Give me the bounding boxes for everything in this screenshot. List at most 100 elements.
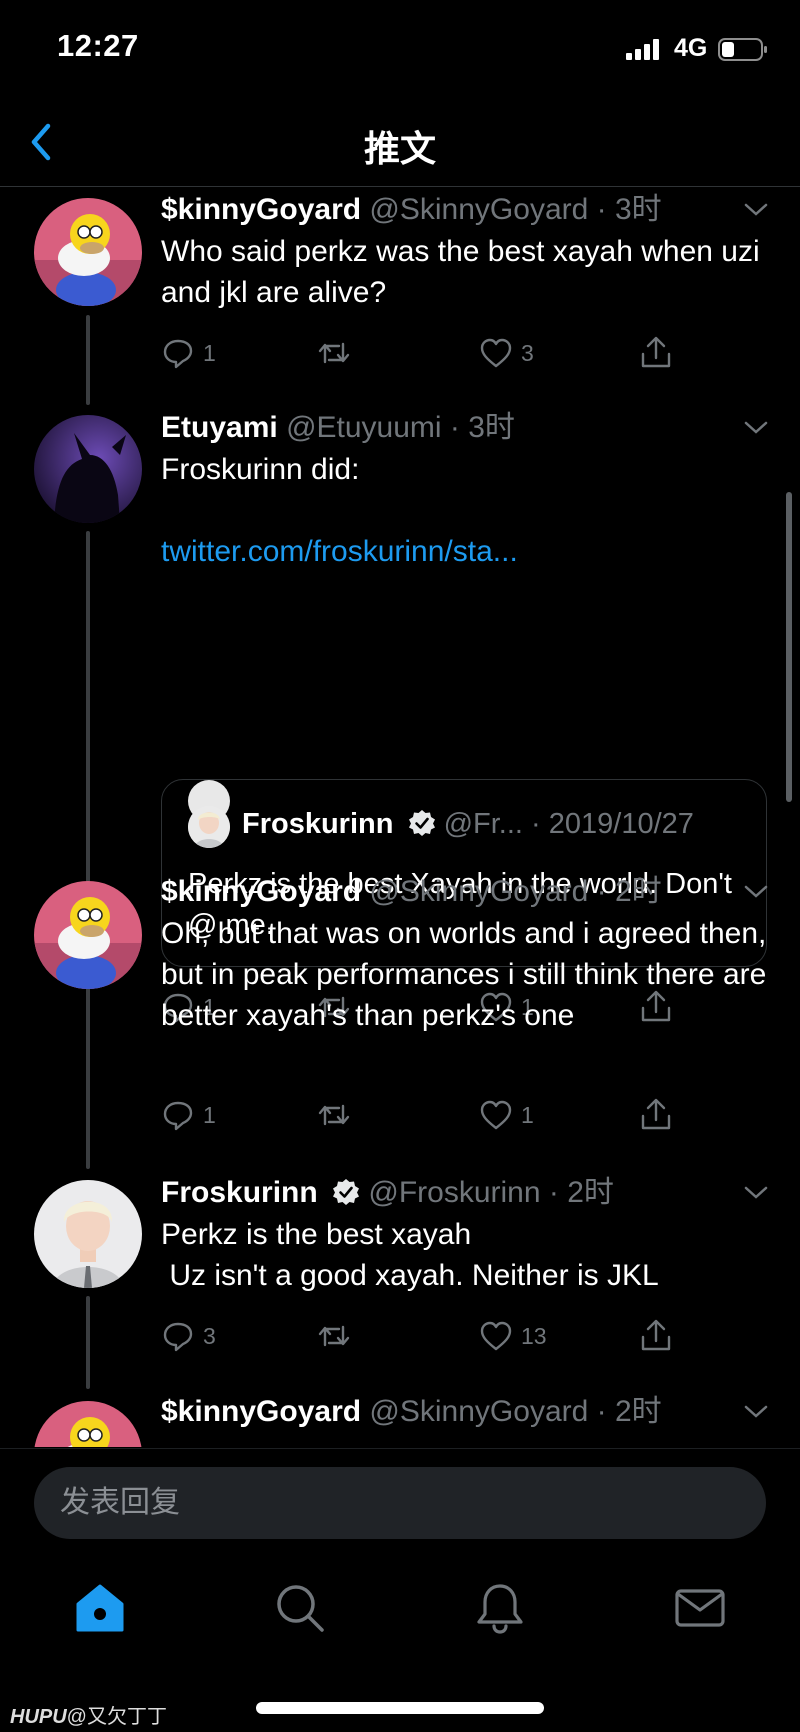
like-count: 1 xyxy=(521,1101,534,1128)
separator-dot: · xyxy=(522,808,549,840)
battery-icon xyxy=(718,38,767,61)
tweet-header: Etuyami @Etuyuumi · 3时 xyxy=(161,410,515,446)
separator-dot: · xyxy=(588,875,615,908)
watermark-user: @又欠丁丁 xyxy=(66,1706,167,1728)
quote-display-name: Froskurinn xyxy=(242,808,394,840)
share-button[interactable] xyxy=(639,333,673,373)
retweet-icon xyxy=(318,342,350,364)
like-button[interactable]: 3 xyxy=(479,333,534,373)
tweet-time: 2时 xyxy=(567,1176,614,1209)
tweet-header: $kinnyGoyard @SkinnyGoyard · 2时 xyxy=(161,874,662,910)
chevron-down-icon[interactable] xyxy=(742,1184,770,1202)
like-icon xyxy=(480,1100,512,1130)
tweet-text: Who said perkz was the best xayah when u… xyxy=(161,235,760,309)
tweet-time: 3时 xyxy=(468,411,515,444)
share-button[interactable] xyxy=(639,1095,673,1135)
tweet-time: 3时 xyxy=(614,193,662,226)
retweet-icon xyxy=(318,1325,350,1347)
home-icon[interactable] xyxy=(72,1580,128,1636)
watermark: HUPU@又欠丁丁 xyxy=(10,1700,167,1729)
reply-input[interactable] xyxy=(34,1467,766,1539)
tweet-item[interactable]: $kinnyGoyard @SkinnyGoyard · 2时 Oh, but … xyxy=(0,869,800,1169)
share-icon xyxy=(641,1098,671,1130)
display-name[interactable]: $kinnyGoyard xyxy=(161,193,361,226)
tweet-item[interactable]: Froskurinn @Froskurinn · 2时 Perkz is the… xyxy=(0,1170,800,1389)
display-name[interactable]: Froskurinn xyxy=(161,1176,318,1209)
separator-dot: · xyxy=(441,411,469,444)
retweet-button[interactable] xyxy=(317,1316,351,1356)
retweet-button[interactable] xyxy=(317,1095,351,1135)
user-handle[interactable]: @SkinnyGoyard xyxy=(369,1395,588,1428)
reply-button[interactable]: 1 xyxy=(161,1095,216,1135)
tweet-actions: 1 1 xyxy=(161,1095,681,1135)
avatar-froskurinn-quote xyxy=(188,806,230,848)
retweet-button[interactable] xyxy=(317,333,351,373)
status-bar: 12:27 4G xyxy=(0,0,800,100)
like-count: 13 xyxy=(521,1322,547,1349)
separator-dot: · xyxy=(588,1395,615,1428)
share-button[interactable] xyxy=(639,1316,673,1356)
like-icon xyxy=(480,338,512,368)
tweet-header: $kinnyGoyard @SkinnyGoyard · 3时 xyxy=(161,192,662,228)
user-handle[interactable]: @Etuyuumi xyxy=(286,411,442,444)
tab-bar xyxy=(0,1560,800,1660)
tweet-link[interactable]: twitter.com/froskurinn/sta... xyxy=(161,531,771,572)
chevron-down-icon[interactable] xyxy=(742,883,770,901)
reply-icon xyxy=(163,1101,193,1131)
reply-icon xyxy=(163,339,193,369)
tweet-time: 2时 xyxy=(614,875,662,908)
like-button[interactable]: 1 xyxy=(479,1095,534,1135)
quote-header: Froskurinn @Fr... · 2019/10/27 xyxy=(242,808,694,841)
retweet-icon xyxy=(318,1104,350,1126)
tweet-item[interactable]: $kinnyGoyard @SkinnyGoyard · 3时 Who said… xyxy=(0,187,800,405)
reply-composer xyxy=(0,1448,800,1569)
display-name[interactable]: Etuyami xyxy=(161,411,278,444)
chevron-down-icon[interactable] xyxy=(742,201,770,219)
quote-handle: @Fr... xyxy=(443,808,523,840)
quote-date: 2019/10/27 xyxy=(548,808,694,840)
reply-button[interactable]: 1 xyxy=(161,333,216,373)
separator-dot: · xyxy=(540,1176,568,1209)
avatar-skinnygoyard[interactable] xyxy=(34,881,142,989)
tweet-thread[interactable]: $kinnyGoyard @SkinnyGoyard · 3时 Who said… xyxy=(0,187,800,1447)
tweet-actions: 1 3 xyxy=(161,333,681,373)
thread-connector xyxy=(86,315,90,405)
display-name[interactable]: $kinnyGoyard xyxy=(161,875,361,908)
chevron-down-icon[interactable] xyxy=(742,1403,770,1421)
reply-count: 1 xyxy=(203,1101,216,1128)
tweet-header: $kinnyGoyard @SkinnyGoyard · 2时 xyxy=(161,1394,662,1430)
verified-badge-icon xyxy=(333,1179,360,1205)
tweet-item[interactable]: $kinnyGoyard @SkinnyGoyard · 2时 xyxy=(0,1389,800,1447)
verified-badge-icon xyxy=(408,810,435,836)
avatar-skinnygoyard[interactable] xyxy=(34,1401,142,1447)
reply-count: 1 xyxy=(203,339,216,366)
separator-dot: · xyxy=(588,193,615,226)
avatar-skinnygoyard[interactable] xyxy=(34,198,142,306)
share-icon xyxy=(641,336,671,368)
reply-count: 3 xyxy=(203,1322,216,1349)
reply-button[interactable]: 3 xyxy=(161,1316,216,1356)
share-icon xyxy=(641,1319,671,1351)
avatar-etuyami[interactable] xyxy=(34,415,142,523)
like-count: 3 xyxy=(521,339,534,366)
bell-icon[interactable] xyxy=(472,1580,528,1636)
like-icon xyxy=(480,1321,512,1351)
tweet-text: Oh, but that was on worlds and i agreed … xyxy=(161,917,767,1032)
chevron-down-icon[interactable] xyxy=(742,419,770,437)
tweet-header: Froskurinn @Froskurinn · 2时 xyxy=(161,1175,614,1211)
scrollbar[interactable] xyxy=(786,492,792,802)
tweet-time: 2时 xyxy=(614,1395,662,1428)
display-name[interactable]: $kinnyGoyard xyxy=(161,1395,361,1428)
search-icon[interactable] xyxy=(272,1580,328,1636)
user-handle[interactable]: @Froskurinn xyxy=(368,1176,540,1209)
avatar-froskurinn[interactable] xyxy=(34,1180,142,1288)
page-title: 推文 xyxy=(363,128,436,169)
like-button[interactable]: 13 xyxy=(479,1316,547,1356)
user-handle[interactable]: @SkinnyGoyard xyxy=(369,193,588,226)
nav-bar: 推文 xyxy=(0,100,800,187)
user-handle[interactable]: @SkinnyGoyard xyxy=(369,875,588,908)
thread-connector xyxy=(86,997,90,1169)
tweet-text: Froskurinn did: xyxy=(161,453,360,486)
home-indicator xyxy=(256,1702,544,1714)
mail-icon[interactable] xyxy=(672,1580,728,1636)
